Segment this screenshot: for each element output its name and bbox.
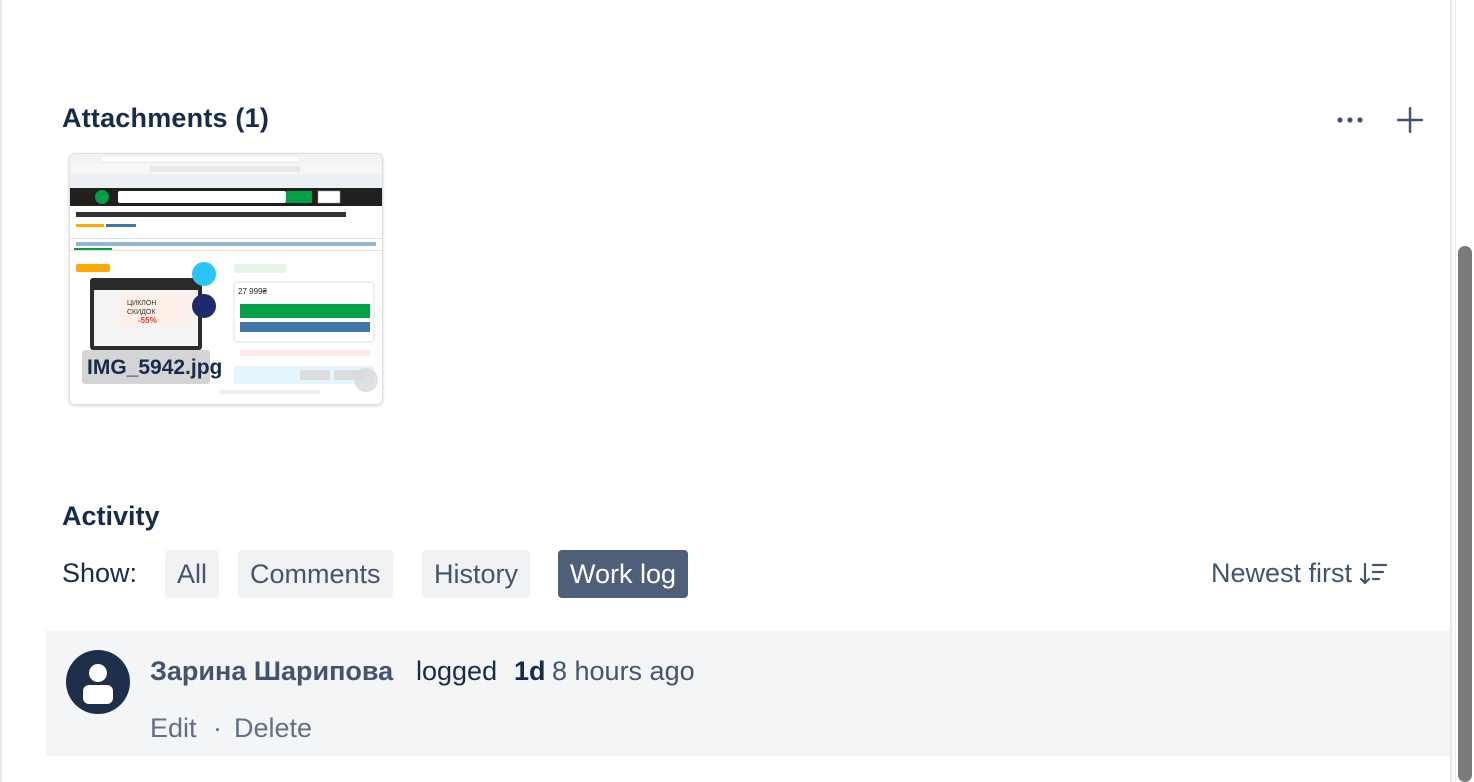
svg-text:-55%: -55% — [138, 316, 157, 325]
plus-icon — [1397, 107, 1423, 133]
user-avatar-icon — [66, 650, 130, 714]
add-attachment-button[interactable] — [1392, 102, 1428, 138]
attachments-title: Attachments (1) — [62, 103, 270, 133]
filter-all-button[interactable]: All — [165, 550, 220, 598]
sort-order-button[interactable]: Newest first — [1211, 558, 1388, 589]
delete-link[interactable]: Delete — [234, 713, 312, 744]
attachment-card[interactable]: ЦИКЛОН СКИДОК -55% 27 999₴ IMG_5942.jpg — [69, 153, 383, 405]
filter-history-button[interactable]: History — [422, 550, 531, 598]
filter-worklog-button[interactable]: Work log — [558, 550, 689, 598]
worklog-entry: Зарина Шарипова logged 1d 8 hours ago Ed… — [46, 630, 1450, 756]
more-options-button[interactable] — [1332, 102, 1368, 138]
svg-text:ЦИКЛОН: ЦИКЛОН — [127, 300, 156, 307]
sort-order-label: Newest first — [1211, 558, 1353, 588]
svg-text:СКИДОК: СКИДОК — [127, 309, 156, 316]
svg-text:27 999₴: 27 999₴ — [238, 287, 267, 296]
worklog-timestamp[interactable]: 8 hours ago — [552, 656, 695, 687]
sort-descending-icon — [1360, 562, 1388, 584]
scrollbar-thumb[interactable] — [1458, 246, 1472, 782]
edit-link[interactable]: Edit — [150, 713, 197, 744]
show-label: Show: — [62, 558, 138, 588]
worklog-author[interactable]: Зарина Шарипова — [150, 656, 393, 687]
worklog-duration: 1d — [514, 656, 546, 686]
more-horizontal-icon — [1337, 117, 1363, 123]
filter-comments-button[interactable]: Comments — [238, 550, 393, 598]
worklog-action: logged — [416, 656, 498, 686]
separator-dot: · — [213, 713, 222, 743]
activity-title: Activity — [62, 501, 160, 531]
attachment-file-name[interactable]: IMG_5942.jpg — [87, 356, 222, 380]
